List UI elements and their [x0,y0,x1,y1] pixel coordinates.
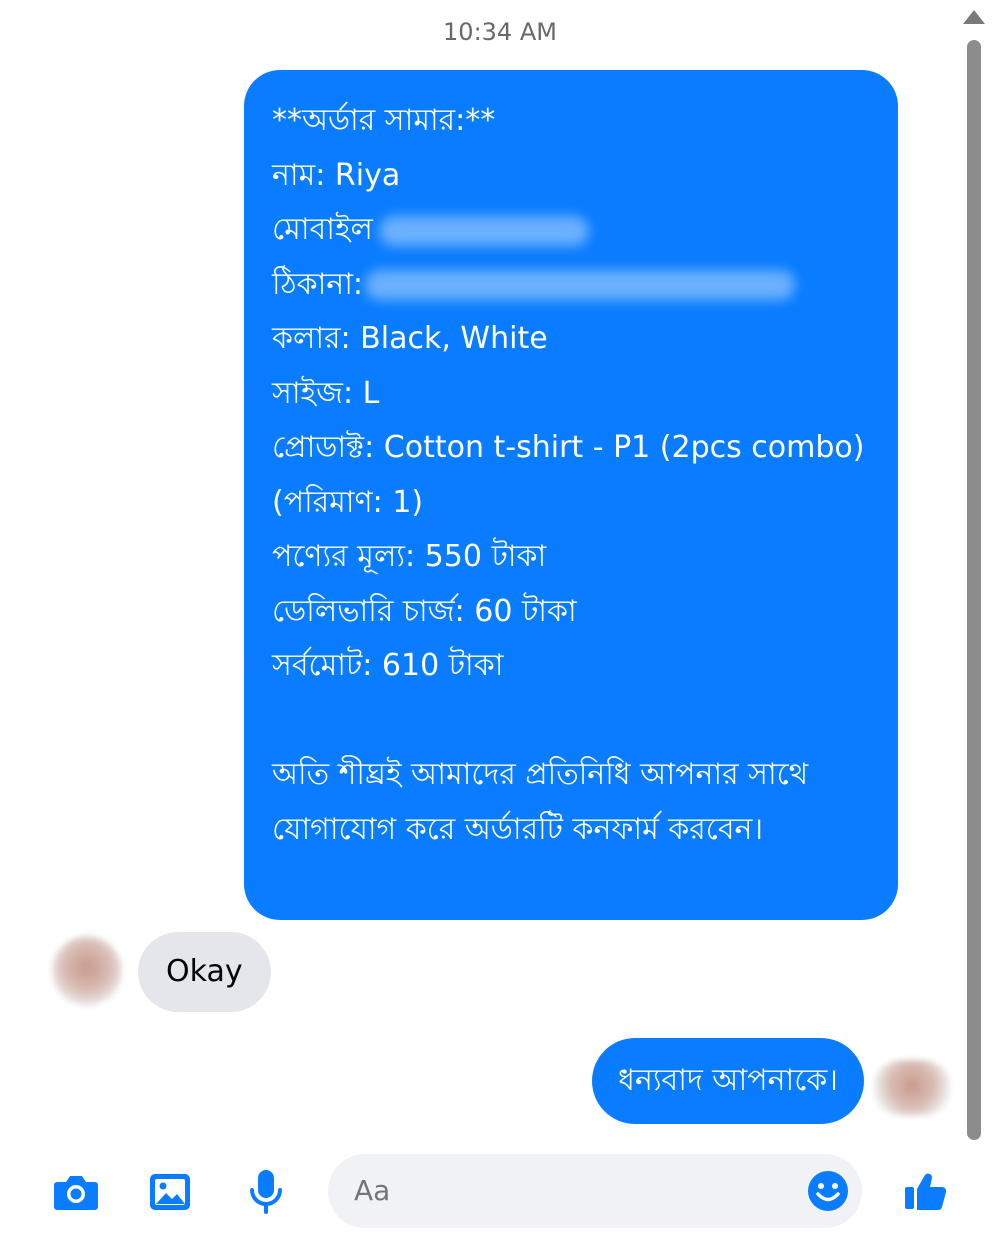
order-confirmation-note: অতি শীঘ্রই আমাদের প্রতিনিধি আপনার সাথে য… [272,757,809,847]
order-size-line: সাইজ: L [272,375,380,411]
order-summary-message[interactable]: **অর্ডার সামার:** নাম: Riya মোবাইল ঠিকান… [244,70,898,920]
order-delivery-line: ডেলিভারি চার্জ: 60 টাকা [272,593,577,629]
microphone-icon[interactable] [242,1168,290,1216]
messenger-chat-screen: 10:34 AM **অর্ডার সামার:** নাম: Riya মোব… [0,0,1000,1250]
order-address-line: ঠিকানা: [272,258,868,313]
order-product-line: প্রোডাক্ট: Cotton t-shirt - P1 (2pcs com… [272,430,865,520]
mobile-redacted [378,215,589,246]
scrollbar-thumb[interactable] [967,40,981,1140]
outgoing-message-bubble[interactable]: ধন্যবাদ আপনাকে। [592,1038,864,1124]
order-heading: **অর্ডার সামার:** [272,103,496,138]
message-timestamp: 10:34 AM [443,18,557,46]
name-label: নাম: [272,157,326,193]
order-mobile-line: মোবাইল [272,203,868,258]
contact-avatar[interactable] [52,936,122,1006]
address-label: ঠিকানা: [272,266,364,302]
emoji-icon[interactable] [806,1169,850,1213]
message-input[interactable] [328,1154,862,1228]
order-color-line: কলার: Black, White [272,321,548,356]
seen-avatar [874,1060,950,1116]
order-total-line: সর্বমোট: 610 টাকা [272,648,504,683]
scrollbar[interactable] [960,0,1000,1150]
order-price-line: পণ্যের মূল্য: 550 টাকা [272,539,547,574]
order-name-line: নাম: Riya [272,149,868,204]
scroll-up-arrow-icon[interactable] [963,10,985,24]
image-icon[interactable] [146,1168,194,1216]
address-redacted [365,270,796,300]
mobile-label: মোবাইল [272,212,373,247]
like-icon[interactable] [902,1166,950,1214]
incoming-message-bubble[interactable]: Okay [138,932,271,1012]
message-composer [0,1150,1000,1250]
name-value: Riya [334,157,401,193]
camera-icon[interactable] [52,1168,100,1216]
